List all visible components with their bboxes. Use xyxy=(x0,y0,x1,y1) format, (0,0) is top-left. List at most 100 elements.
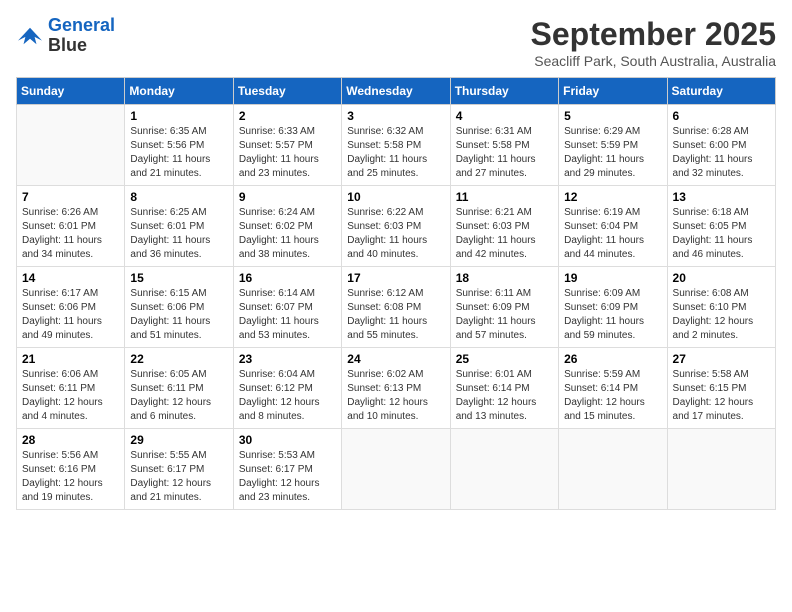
title-block: September 2025 Seacliff Park, South Aust… xyxy=(531,16,776,69)
day-number: 28 xyxy=(22,433,119,447)
column-header-tuesday: Tuesday xyxy=(233,78,341,105)
calendar-cell: 19 Sunrise: 6:09 AMSunset: 6:09 PMDayligh… xyxy=(559,267,667,348)
day-number: 7 xyxy=(22,190,119,204)
column-header-friday: Friday xyxy=(559,78,667,105)
day-number: 16 xyxy=(239,271,336,285)
calendar-week-row: 21Sunrise: 6:06 AMSunset: 6:11 PMDayligh… xyxy=(17,348,776,429)
day-info: Sunrise: 6:06 AMSunset: 6:11 PMDaylight:… xyxy=(22,368,119,424)
day-info: Sunrise: 6:12 AMSunset: 6:08 PMDaylight:… xyxy=(347,287,444,343)
month-title: September 2025 xyxy=(531,16,776,53)
day-number: 17 xyxy=(347,271,444,285)
calendar-cell: 24 Sunrise: 6:02 AMSunset: 6:13 PMDayligh… xyxy=(342,348,450,429)
day-number: 26 xyxy=(564,352,661,366)
calendar-cell xyxy=(559,429,667,510)
day-info: Sunrise: 6:17 AMSunset: 6:06 PMDaylight:… xyxy=(22,287,119,343)
column-header-monday: Monday xyxy=(125,78,233,105)
calendar-cell: 27Sunrise: 5:58 AMSunset: 6:15 PMDayligh… xyxy=(667,348,775,429)
day-info: Sunrise: 6:31 AMSunset: 5:58 PMDaylight:… xyxy=(456,125,553,181)
calendar-cell: 17 Sunrise: 6:12 AMSunset: 6:08 PMDayligh… xyxy=(342,267,450,348)
day-number: 3 xyxy=(347,109,444,123)
day-info: Sunrise: 5:59 AMSunset: 6:14 PMDaylight:… xyxy=(564,368,661,424)
day-number: 5 xyxy=(564,109,661,123)
calendar-week-row: 14 Sunrise: 6:17 AMSunset: 6:06 PMDayligh… xyxy=(17,267,776,348)
day-number: 11 xyxy=(456,190,553,204)
day-info: Sunrise: 6:11 AMSunset: 6:09 PMDaylight:… xyxy=(456,287,553,343)
calendar-cell: 11 Sunrise: 6:21 AMSunset: 6:03 PMDayligh… xyxy=(450,186,558,267)
day-info: Sunrise: 6:21 AMSunset: 6:03 PMDaylight:… xyxy=(456,206,553,262)
day-info: Sunrise: 6:01 AMSunset: 6:14 PMDaylight:… xyxy=(456,368,553,424)
day-number: 29 xyxy=(130,433,227,447)
logo: GeneralBlue xyxy=(16,16,115,56)
calendar-cell: 21Sunrise: 6:06 AMSunset: 6:11 PMDayligh… xyxy=(17,348,125,429)
calendar-header-row: SundayMondayTuesdayWednesdayThursdayFrid… xyxy=(17,78,776,105)
calendar-cell: 9 Sunrise: 6:24 AMSunset: 6:02 PMDaylight… xyxy=(233,186,341,267)
day-info: Sunrise: 5:53 AMSunset: 6:17 PMDaylight:… xyxy=(239,449,336,505)
day-info: Sunrise: 6:25 AMSunset: 6:01 PMDaylight:… xyxy=(130,206,227,262)
day-number: 2 xyxy=(239,109,336,123)
calendar-cell xyxy=(450,429,558,510)
day-info: Sunrise: 6:22 AMSunset: 6:03 PMDaylight:… xyxy=(347,206,444,262)
calendar-cell: 6 Sunrise: 6:28 AMSunset: 6:00 PMDaylight… xyxy=(667,105,775,186)
day-info: Sunrise: 6:09 AMSunset: 6:09 PMDaylight:… xyxy=(564,287,661,343)
day-number: 6 xyxy=(673,109,770,123)
day-info: Sunrise: 6:05 AMSunset: 6:11 PMDaylight:… xyxy=(130,368,227,424)
calendar-cell: 18 Sunrise: 6:11 AMSunset: 6:09 PMDayligh… xyxy=(450,267,558,348)
day-number: 19 xyxy=(564,271,661,285)
calendar-cell: 14 Sunrise: 6:17 AMSunset: 6:06 PMDayligh… xyxy=(17,267,125,348)
day-info: Sunrise: 6:18 AMSunset: 6:05 PMDaylight:… xyxy=(673,206,770,262)
calendar-cell: 26 Sunrise: 5:59 AMSunset: 6:14 PMDayligh… xyxy=(559,348,667,429)
calendar-cell: 8 Sunrise: 6:25 AMSunset: 6:01 PMDaylight… xyxy=(125,186,233,267)
day-info: Sunrise: 6:28 AMSunset: 6:00 PMDaylight:… xyxy=(673,125,770,181)
calendar-cell xyxy=(342,429,450,510)
calendar-cell: 5Sunrise: 6:29 AMSunset: 5:59 PMDaylight… xyxy=(559,105,667,186)
day-number: 27 xyxy=(673,352,770,366)
calendar-cell: 2 Sunrise: 6:33 AMSunset: 5:57 PMDaylight… xyxy=(233,105,341,186)
calendar-cell: 16Sunrise: 6:14 AMSunset: 6:07 PMDayligh… xyxy=(233,267,341,348)
day-number: 14 xyxy=(22,271,119,285)
calendar-week-row: 28Sunrise: 5:56 AMSunset: 6:16 PMDayligh… xyxy=(17,429,776,510)
column-header-saturday: Saturday xyxy=(667,78,775,105)
calendar-cell: 13 Sunrise: 6:18 AMSunset: 6:05 PMDayligh… xyxy=(667,186,775,267)
logo-icon xyxy=(16,24,44,48)
day-info: Sunrise: 6:08 AMSunset: 6:10 PMDaylight:… xyxy=(673,287,770,343)
column-header-thursday: Thursday xyxy=(450,78,558,105)
calendar-cell: 4 Sunrise: 6:31 AMSunset: 5:58 PMDaylight… xyxy=(450,105,558,186)
calendar-cell: 22 Sunrise: 6:05 AMSunset: 6:11 PMDayligh… xyxy=(125,348,233,429)
day-info: Sunrise: 6:26 AMSunset: 6:01 PMDaylight:… xyxy=(22,206,119,262)
calendar-cell: 29 Sunrise: 5:55 AMSunset: 6:17 PMDayligh… xyxy=(125,429,233,510)
day-number: 22 xyxy=(130,352,227,366)
calendar-week-row: 1Sunrise: 6:35 AMSunset: 5:56 PMDaylight… xyxy=(17,105,776,186)
location-subtitle: Seacliff Park, South Australia, Australi… xyxy=(531,53,776,69)
day-info: Sunrise: 6:24 AMSunset: 6:02 PMDaylight:… xyxy=(239,206,336,262)
day-number: 8 xyxy=(130,190,227,204)
day-info: Sunrise: 6:35 AMSunset: 5:56 PMDaylight:… xyxy=(130,125,227,181)
day-info: Sunrise: 5:55 AMSunset: 6:17 PMDaylight:… xyxy=(130,449,227,505)
calendar-cell: 3Sunrise: 6:32 AMSunset: 5:58 PMDaylight… xyxy=(342,105,450,186)
day-info: Sunrise: 6:15 AMSunset: 6:06 PMDaylight:… xyxy=(130,287,227,343)
calendar-cell: 23 Sunrise: 6:04 AMSunset: 6:12 PMDayligh… xyxy=(233,348,341,429)
day-info: Sunrise: 6:04 AMSunset: 6:12 PMDaylight:… xyxy=(239,368,336,424)
day-info: Sunrise: 6:33 AMSunset: 5:57 PMDaylight:… xyxy=(239,125,336,181)
day-number: 24 xyxy=(347,352,444,366)
calendar-cell xyxy=(667,429,775,510)
day-info: Sunrise: 6:02 AMSunset: 6:13 PMDaylight:… xyxy=(347,368,444,424)
day-number: 15 xyxy=(130,271,227,285)
day-number: 12 xyxy=(564,190,661,204)
day-number: 9 xyxy=(239,190,336,204)
logo-text: GeneralBlue xyxy=(48,16,115,56)
day-number: 10 xyxy=(347,190,444,204)
day-number: 13 xyxy=(673,190,770,204)
calendar-cell: 10 Sunrise: 6:22 AMSunset: 6:03 PMDayligh… xyxy=(342,186,450,267)
calendar-cell: 25 Sunrise: 6:01 AMSunset: 6:14 PMDayligh… xyxy=(450,348,558,429)
calendar-cell: 20Sunrise: 6:08 AMSunset: 6:10 PMDayligh… xyxy=(667,267,775,348)
day-number: 25 xyxy=(456,352,553,366)
column-header-sunday: Sunday xyxy=(17,78,125,105)
day-number: 23 xyxy=(239,352,336,366)
day-info: Sunrise: 6:19 AMSunset: 6:04 PMDaylight:… xyxy=(564,206,661,262)
day-number: 18 xyxy=(456,271,553,285)
calendar-table: SundayMondayTuesdayWednesdayThursdayFrid… xyxy=(16,77,776,510)
page-header: GeneralBlue September 2025 Seacliff Park… xyxy=(16,16,776,69)
day-number: 4 xyxy=(456,109,553,123)
calendar-cell xyxy=(17,105,125,186)
calendar-cell: 7 Sunrise: 6:26 AMSunset: 6:01 PMDaylight… xyxy=(17,186,125,267)
